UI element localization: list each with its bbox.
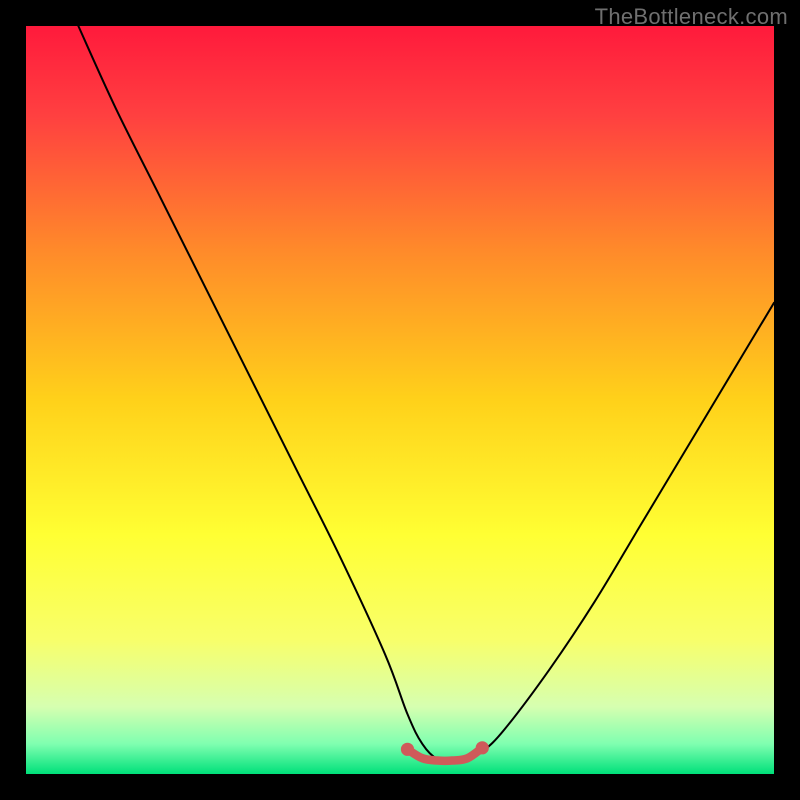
watermark-text: TheBottleneck.com: [595, 4, 788, 30]
bottleneck-chart: [26, 26, 774, 774]
gradient-background: [26, 26, 774, 774]
chart-root: TheBottleneck.com: [0, 0, 800, 800]
marker-end-dot: [476, 741, 489, 754]
marker-start-dot: [401, 743, 414, 756]
